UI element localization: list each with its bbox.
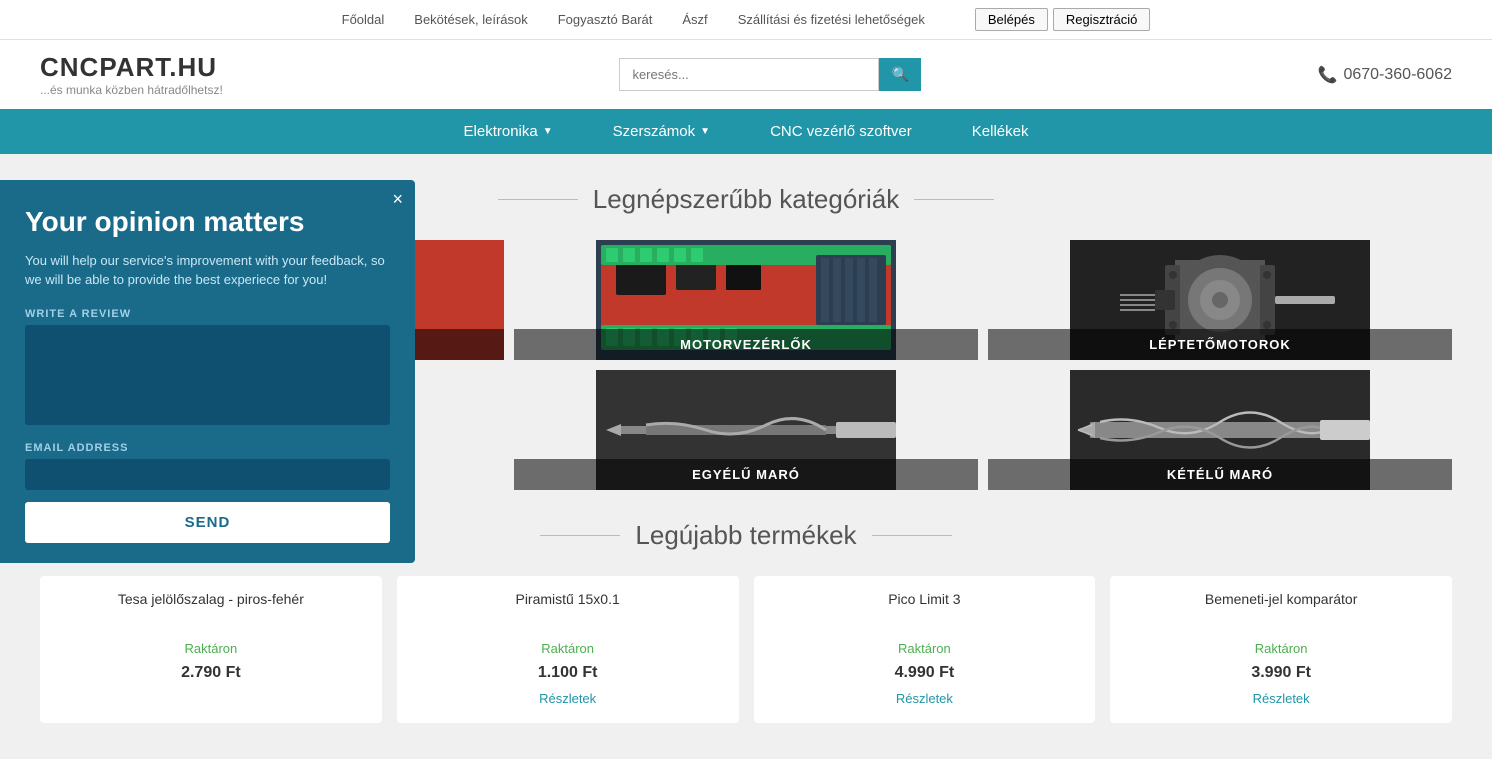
product-stock-3: Raktáron	[1125, 641, 1437, 656]
logo-area: CNCPART.HU ...és munka közben hátradőlhe…	[40, 52, 223, 97]
nav-elektronika-label: Elektronika	[464, 123, 538, 140]
nav-szerszamok-label: Szerszámok	[613, 123, 696, 140]
email-input[interactable]	[25, 459, 390, 490]
search-icon: 🔍	[891, 66, 908, 82]
search-input[interactable]	[619, 58, 879, 91]
category-kételumaro[interactable]: KÉTÉLŰ MARÓ	[988, 370, 1452, 490]
chevron-down-icon: ▼	[700, 126, 710, 137]
product-detail-link-1[interactable]: Részletek	[539, 691, 596, 706]
review-modal: × Your opinion matters You will help our…	[0, 180, 415, 563]
nav-elektronika[interactable]: Elektronika ▼	[434, 109, 583, 154]
product-price-0: 2.790 Ft	[55, 664, 367, 682]
product-price-1: 1.100 Ft	[412, 664, 724, 682]
product-card-3: Bemeneti-jel komparátor Raktáron 3.990 F…	[1110, 576, 1452, 723]
phone-area: 📞 0670-360-6062	[1318, 65, 1452, 85]
top-nav: Főoldal Bekötések, leírások Fogyasztó Ba…	[0, 0, 1492, 40]
product-price-2: 4.990 Ft	[769, 664, 1081, 682]
nav-aszf[interactable]: Ászf	[682, 12, 707, 27]
nav-fooldal[interactable]: Főoldal	[342, 12, 385, 27]
review-textarea[interactable]	[25, 325, 390, 425]
product-card-2: Pico Limit 3 Raktáron 4.990 Ft Részletek	[754, 576, 1096, 723]
product-name-0: Tesa jelölőszalag - piros-fehér	[55, 591, 367, 631]
main-nav: Elektronika ▼ Szerszámok ▼ CNC vezérlő s…	[0, 109, 1492, 154]
logo-title: CNCPART.HU	[40, 52, 223, 83]
modal-description: You will help our service's improvement …	[25, 251, 390, 290]
product-name-3: Bemeneti-jel komparátor	[1125, 591, 1437, 631]
category-motorvezerlok-label: MOTORVEZÉRLŐK	[514, 329, 978, 360]
phone-icon: 📞	[1318, 65, 1338, 85]
category-leptetomotorok-label: LÉPTETŐMOTOROK	[988, 329, 1452, 360]
login-button[interactable]: Belépés	[975, 8, 1048, 31]
product-stock-1: Raktáron	[412, 641, 724, 656]
nav-szallitas[interactable]: Szállítási és fizetési lehetőségek	[738, 12, 925, 27]
nav-fogyaszto[interactable]: Fogyasztó Barát	[558, 12, 653, 27]
nav-kellekek-label: Kellékek	[972, 123, 1029, 140]
phone-number: 0670-360-6062	[1343, 66, 1452, 84]
search-button[interactable]: 🔍	[879, 58, 920, 91]
product-name-1: Piramistű 15x0.1	[412, 591, 724, 631]
product-stock-2: Raktáron	[769, 641, 1081, 656]
modal-close-button[interactable]: ×	[392, 190, 403, 208]
auth-buttons: Belépés Regisztráció	[975, 8, 1151, 31]
send-button[interactable]: SEND	[25, 502, 390, 543]
category-egyelumaro[interactable]: EGYÉLŰ MARÓ	[514, 370, 978, 490]
nav-szerszamok[interactable]: Szerszámok ▼	[583, 109, 740, 154]
product-stock-0: Raktáron	[55, 641, 367, 656]
category-egyelumaro-label: EGYÉLŰ MARÓ	[514, 459, 978, 490]
product-detail-link-2[interactable]: Részletek	[896, 691, 953, 706]
product-name-2: Pico Limit 3	[769, 591, 1081, 631]
nav-cnc-szoftver[interactable]: CNC vezérlő szoftver	[740, 109, 942, 154]
product-card-1: Piramistű 15x0.1 Raktáron 1.100 Ft Részl…	[397, 576, 739, 723]
nav-cnc-label: CNC vezérlő szoftver	[770, 123, 912, 140]
product-card-0: Tesa jelölőszalag - piros-fehér Raktáron…	[40, 576, 382, 723]
review-label: WRITE A REVIEW	[25, 308, 390, 320]
register-button[interactable]: Regisztráció	[1053, 8, 1151, 31]
product-detail-link-3[interactable]: Részletek	[1253, 691, 1310, 706]
nav-kellekek[interactable]: Kellékek	[942, 109, 1059, 154]
category-kételumaro-label: KÉTÉLŰ MARÓ	[988, 459, 1452, 490]
nav-bekotesek[interactable]: Bekötések, leírások	[414, 12, 527, 27]
email-label: EMAIL ADDRESS	[25, 442, 390, 454]
category-leptetomotorok[interactable]: LÉPTETŐMOTOROK	[988, 240, 1452, 360]
search-area: 🔍	[619, 58, 920, 91]
category-motorvezerlok[interactable]: MOTORVEZÉRLŐK	[514, 240, 978, 360]
products-grid: Tesa jelölőszalag - piros-fehér Raktáron…	[40, 576, 1452, 723]
logo-subtitle: ...és munka közben hátradőlhetsz!	[40, 83, 223, 97]
modal-title: Your opinion matters	[25, 205, 390, 239]
header: CNCPART.HU ...és munka közben hátradőlhe…	[0, 40, 1492, 109]
chevron-down-icon: ▼	[543, 126, 553, 137]
product-price-3: 3.990 Ft	[1125, 664, 1437, 682]
